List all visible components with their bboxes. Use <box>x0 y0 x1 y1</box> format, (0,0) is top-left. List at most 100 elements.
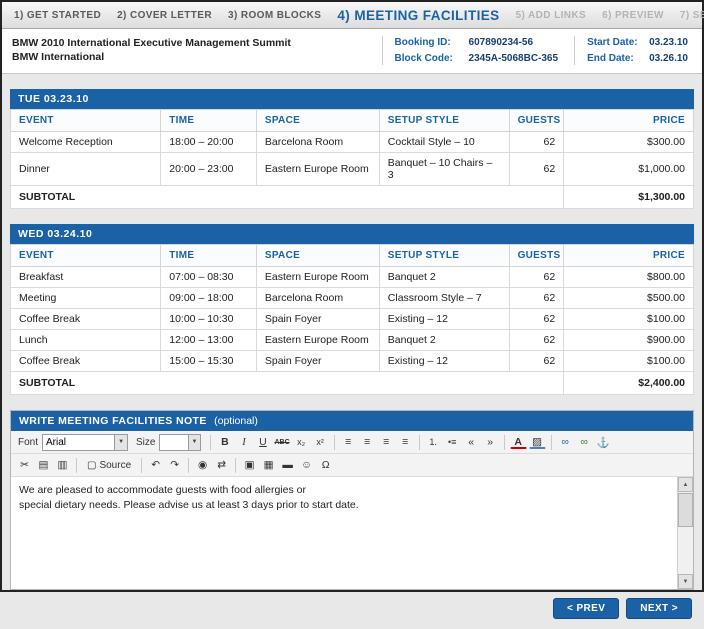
cell-space: Barcelona Room <box>256 132 379 153</box>
italic-button[interactable]: I <box>235 434 252 451</box>
redo-icon[interactable]: ↷ <box>166 457 183 474</box>
table-row: Dinner 20:00 – 23:00 Eastern Europe Room… <box>11 153 694 186</box>
font-select[interactable]: Arial ▼ <box>42 434 128 451</box>
size-select[interactable]: ▼ <box>159 434 201 451</box>
anchor-icon[interactable]: ⚓ <box>595 434 612 451</box>
source-button[interactable]: ▢ Source <box>82 458 136 473</box>
link-icon[interactable]: ∞ <box>557 434 574 451</box>
scroll-up-button[interactable]: ▲ <box>678 477 693 492</box>
bullet-list-button[interactable]: •≡ <box>444 434 461 451</box>
table-row: Coffee Break 10:00 – 10:30 Spain Foyer E… <box>11 309 694 330</box>
undo-icon[interactable]: ↶ <box>147 457 164 474</box>
cell-setup: Banquet 2 <box>379 267 509 288</box>
cell-price: $100.00 <box>564 309 694 330</box>
step-cover-letter[interactable]: 2) COVER LETTER <box>117 10 212 21</box>
cell-time: 10:00 – 10:30 <box>161 309 257 330</box>
cell-space: Spain Foyer <box>256 309 379 330</box>
smiley-icon[interactable]: ☺ <box>298 457 315 474</box>
cut-icon[interactable]: ✂ <box>16 457 33 474</box>
cell-guests: 62 <box>509 132 564 153</box>
insert-table-icon[interactable]: ▦ <box>260 457 277 474</box>
cell-event: Welcome Reception <box>11 132 161 153</box>
underline-button[interactable]: U <box>254 434 271 451</box>
numbered-list-button[interactable]: 1. <box>425 434 442 451</box>
cell-event: Meeting <box>11 288 161 309</box>
text-color-button[interactable]: A <box>510 436 527 449</box>
day-table-wednesday: WED 03.24.10 EVENT TIME SPACE SETUP STYL… <box>10 224 694 395</box>
background-color-button[interactable]: ▨ <box>529 436 546 449</box>
replace-icon[interactable]: ⇄ <box>213 457 230 474</box>
superscript-button[interactable]: x² <box>312 434 329 451</box>
cell-setup: Cocktail Style – 10 <box>379 132 509 153</box>
next-button[interactable]: NEXT > <box>626 598 692 619</box>
cell-price: $100.00 <box>564 351 694 372</box>
align-center-icon[interactable]: ≡ <box>359 434 376 451</box>
start-date-value: 03.23.10 <box>649 37 688 49</box>
cell-guests: 62 <box>509 309 564 330</box>
step-add-links: 5) ADD LINKS <box>516 10 587 21</box>
table-row: Meeting 09:00 – 18:00 Barcelona Room Cla… <box>11 288 694 309</box>
source-button-label: Source <box>99 460 131 471</box>
unlink-icon[interactable]: ∞ <box>576 434 593 451</box>
booking-header: BMW 2010 International Executive Managem… <box>2 29 702 74</box>
cell-setup: Existing – 12 <box>379 351 509 372</box>
editor-toolbar-row2: ✂ ▤ ▥ ▢ Source ↶ ↷ ◉ ⇄ ▣ ▦ ▬ ☺ Ω <box>11 454 693 477</box>
col-space: SPACE <box>256 245 379 267</box>
cell-price: $500.00 <box>564 288 694 309</box>
special-char-icon[interactable]: Ω <box>317 457 334 474</box>
align-justify-icon[interactable]: ≡ <box>397 434 414 451</box>
outdent-button[interactable]: « <box>463 434 480 451</box>
col-setup-style: SETUP STYLE <box>379 245 509 267</box>
step-meeting-facilities[interactable]: 4) MEETING FACILITIES <box>337 8 499 23</box>
toolbar-separator <box>235 458 236 473</box>
indent-button[interactable]: » <box>482 434 499 451</box>
step-room-blocks[interactable]: 3) ROOM BLOCKS <box>228 10 321 21</box>
block-code-label: Block Code: <box>395 53 469 65</box>
subscript-button[interactable]: x₂ <box>293 434 310 451</box>
bold-button[interactable]: B <box>216 434 233 451</box>
cell-time: 07:00 – 08:30 <box>161 267 257 288</box>
copy-icon[interactable]: ▤ <box>35 457 52 474</box>
chevron-down-icon: ▼ <box>188 435 201 450</box>
note-header-text: WRITE MEETING FACILITIES NOTE <box>19 415 207 427</box>
horizontal-rule-icon[interactable]: ▬ <box>279 457 296 474</box>
booking-id-label: Booking ID: <box>395 37 469 49</box>
cell-price: $900.00 <box>564 330 694 351</box>
booking-codes-group: Booking ID: 607890234-56 Block Code: 234… <box>382 36 563 65</box>
col-space: SPACE <box>256 110 379 132</box>
block-code-value: 2345A-5068BC-365 <box>469 53 559 65</box>
col-price: PRICE <box>564 245 694 267</box>
cell-time: 09:00 – 18:00 <box>161 288 257 309</box>
step-get-started[interactable]: 1) GET STARTED <box>14 10 101 21</box>
scrollbar-thumb[interactable] <box>678 493 693 527</box>
find-icon[interactable]: ◉ <box>194 457 211 474</box>
strikethrough-button[interactable]: ABC <box>273 434 290 451</box>
cell-guests: 62 <box>509 267 564 288</box>
cell-event: Lunch <box>11 330 161 351</box>
cell-guests: 62 <box>509 351 564 372</box>
subtotal-label: SUBTOTAL <box>11 186 564 209</box>
col-guests: GUESTS <box>509 245 564 267</box>
scrollbar[interactable]: ▲ ▼ <box>677 477 693 589</box>
insert-image-icon[interactable]: ▣ <box>241 457 258 474</box>
note-section-header: WRITE MEETING FACILITIES NOTE (optional) <box>11 411 693 431</box>
cell-event: Coffee Break <box>11 309 161 330</box>
note-textarea[interactable]: We are pleased to accommodate guests wit… <box>11 477 677 589</box>
col-setup-style: SETUP STYLE <box>379 110 509 132</box>
cell-guests: 62 <box>509 153 564 186</box>
align-left-icon[interactable]: ≡ <box>340 434 357 451</box>
column-header-row: EVENT TIME SPACE SETUP STYLE GUESTS PRIC… <box>11 110 694 132</box>
size-label: Size <box>136 437 155 448</box>
toolbar-separator <box>551 435 552 450</box>
align-right-icon[interactable]: ≡ <box>378 434 395 451</box>
subtotal-label: SUBTOTAL <box>11 372 564 395</box>
paste-icon[interactable]: ▥ <box>54 457 71 474</box>
editor-toolbar-row1: Font Arial ▼ Size ▼ B I U ABC x₂ x² ≡ ≡ … <box>11 431 693 454</box>
toolbar-separator <box>504 435 505 450</box>
scrollbar-track[interactable] <box>678 492 693 574</box>
prev-button[interactable]: < PREV <box>553 598 619 619</box>
cell-guests: 62 <box>509 330 564 351</box>
font-label: Font <box>18 437 38 448</box>
cell-time: 18:00 – 20:00 <box>161 132 257 153</box>
scroll-down-button[interactable]: ▼ <box>678 574 693 589</box>
